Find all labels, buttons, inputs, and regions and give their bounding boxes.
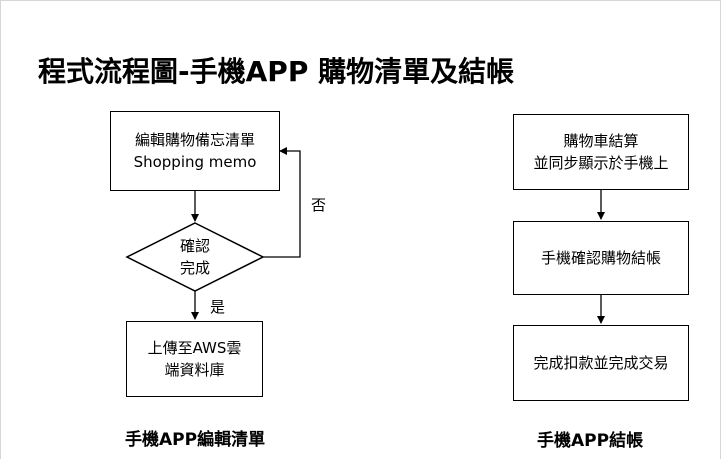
done-line-1: 完成扣款並完成交易 xyxy=(533,354,669,372)
left-caption: 手機APP編輯清單 xyxy=(125,430,266,450)
yes-label: 是 xyxy=(210,298,226,316)
upload-aws-box: 上傳至AWS雲 端資料庫 xyxy=(126,321,263,397)
confirm-checkout-box: 手機確認購物結帳 xyxy=(513,221,689,295)
right-caption: 手機APP結帳 xyxy=(537,431,644,451)
no-label: 否 xyxy=(311,196,327,214)
edit-memo-line-2: Shopping memo xyxy=(133,153,257,171)
cart-line-2: 並同步顯示於手機上 xyxy=(533,154,669,172)
confirm-line-1: 手機確認購物結帳 xyxy=(540,249,661,267)
upload-line-1: 上傳至AWS雲 xyxy=(147,339,242,357)
cart-line-1: 購物車結算 xyxy=(563,132,639,150)
edit-memo-line-1: 編輯購物備忘清單 xyxy=(134,131,255,149)
complete-payment-box: 完成扣款並完成交易 xyxy=(513,325,689,401)
decision-line-2: 完成 xyxy=(179,259,210,277)
decision-line-1: 確認 xyxy=(179,237,210,255)
upload-line-2: 端資料庫 xyxy=(164,361,225,379)
cart-settle-box: 購物車結算 並同步顯示於手機上 xyxy=(513,114,689,190)
decision-text: 確認 完成 xyxy=(128,233,262,281)
edit-memo-box: 編輯購物備忘清單 Shopping memo xyxy=(110,111,280,191)
